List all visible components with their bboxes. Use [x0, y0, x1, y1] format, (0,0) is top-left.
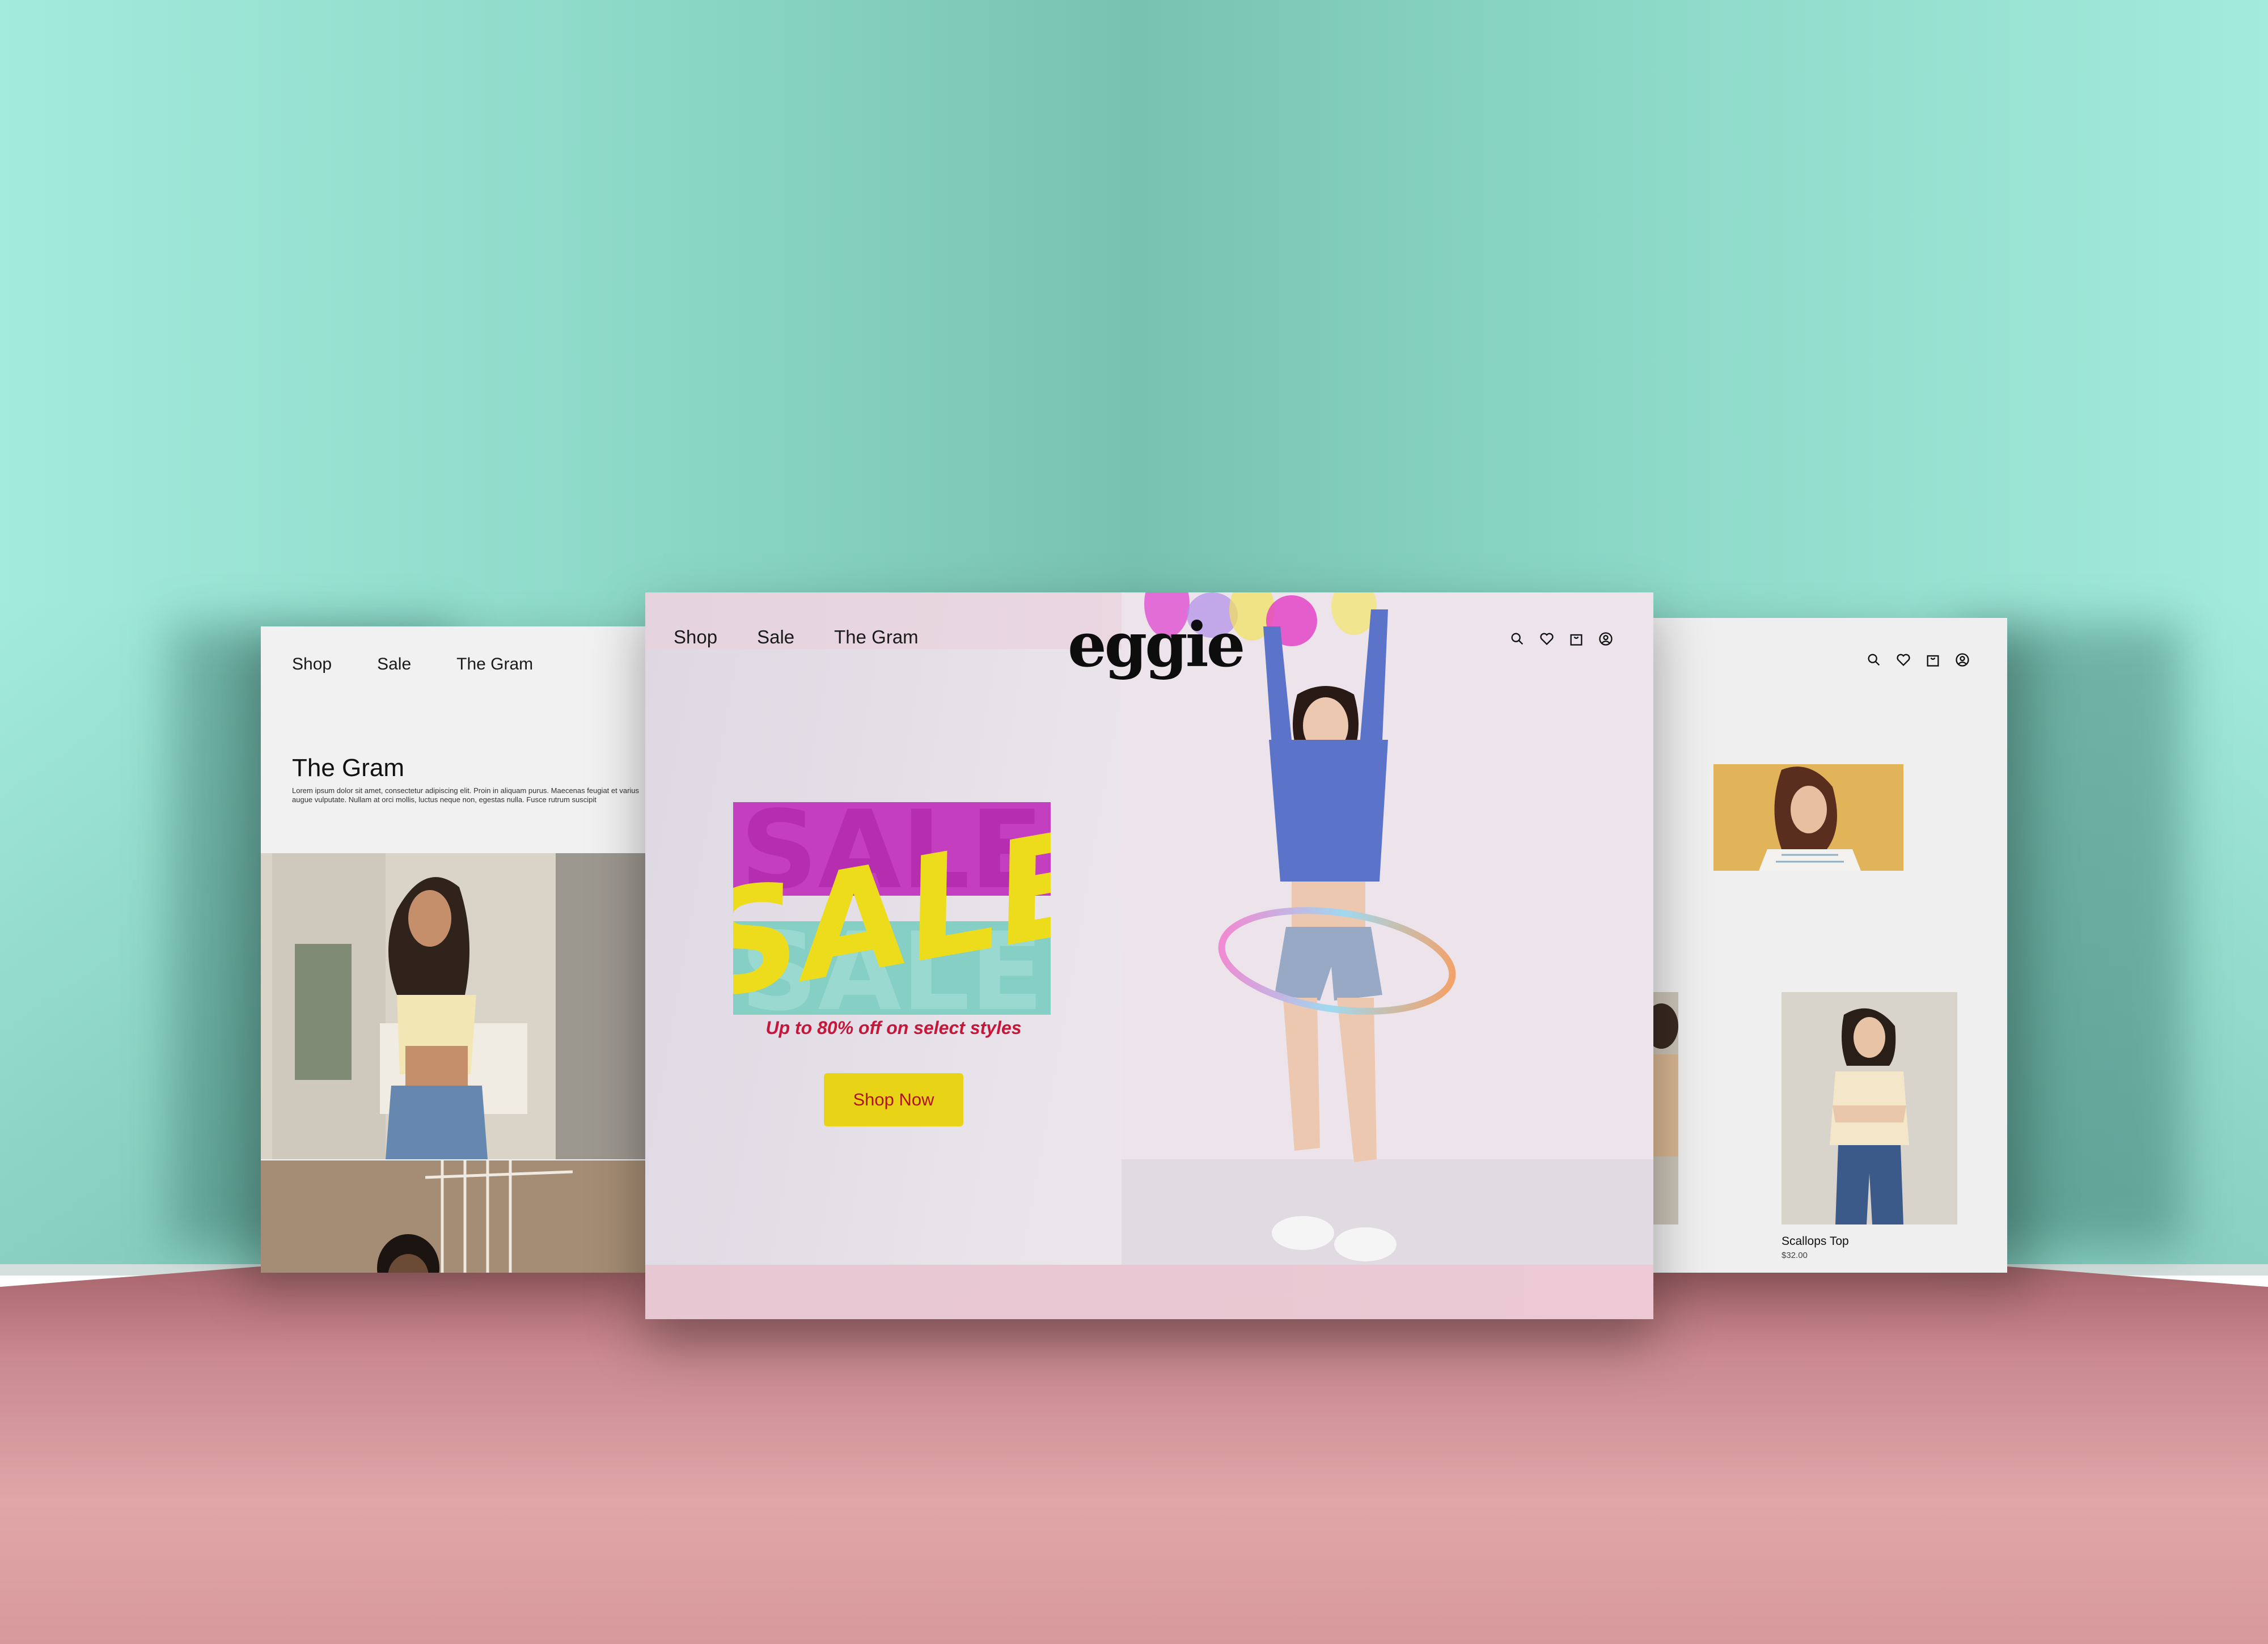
product-price: $32.00	[1782, 1251, 1808, 1260]
product-card[interactable]: Scallops Top $32.00	[1782, 992, 1957, 1260]
header-icons	[1509, 631, 1614, 647]
sale-graphic: SALE SALE SALE	[733, 802, 1051, 1018]
hero-image	[1122, 592, 1653, 1319]
nav-sale[interactable]: Sale	[757, 626, 794, 648]
promo-text: Up to 80% off on select styles	[765, 1018, 1022, 1038]
footer-band	[645, 1265, 1653, 1319]
shop-page-preview: n Scallops Top $32.00	[1616, 618, 2007, 1273]
nav-shop[interactable]: Shop	[674, 626, 717, 648]
product-name[interactable]: Scallops Top	[1782, 1235, 1957, 1248]
nav-shop[interactable]: Shop	[292, 655, 332, 674]
gram-photo[interactable]	[261, 1160, 652, 1273]
product-image[interactable]	[1782, 992, 1957, 1224]
cart-icon[interactable]	[1568, 631, 1584, 647]
search-icon[interactable]	[1866, 652, 1882, 668]
model-photo-illustration	[1782, 992, 1957, 1224]
home-page-preview: Shop Sale The Gram eggie SALE SALE SALE …	[645, 592, 1653, 1319]
nav-sale[interactable]: Sale	[377, 655, 411, 674]
page-title: The Gram	[292, 754, 405, 782]
header-icons	[1866, 652, 1970, 668]
page-intro: Lorem ipsum dolor sit amet, consectetur …	[292, 786, 640, 804]
model-photo-illustration	[1713, 764, 1903, 871]
heart-icon[interactable]	[1895, 652, 1911, 668]
cart-icon[interactable]	[1925, 652, 1941, 668]
featured-photo[interactable]	[1713, 764, 1903, 871]
shop-now-button[interactable]: Shop Now	[824, 1073, 963, 1126]
gram-page-preview: Shop Sale The Gram The Gram Lorem ipsum …	[261, 626, 658, 1273]
nav-the-gram[interactable]: The Gram	[834, 626, 919, 648]
search-icon[interactable]	[1509, 631, 1525, 647]
model-photo-illustration	[261, 1160, 652, 1273]
account-icon[interactable]	[1598, 631, 1614, 647]
nav-the-gram[interactable]: The Gram	[456, 655, 533, 674]
model-photo-illustration	[261, 853, 646, 1159]
main-nav: Shop Sale The Gram	[674, 626, 919, 648]
gram-photo[interactable]	[261, 853, 646, 1159]
main-nav: Shop Sale The Gram	[292, 655, 533, 674]
brand-logo[interactable]: eggie	[1068, 609, 1245, 681]
heart-icon[interactable]	[1539, 631, 1555, 647]
account-icon[interactable]	[1954, 652, 1970, 668]
